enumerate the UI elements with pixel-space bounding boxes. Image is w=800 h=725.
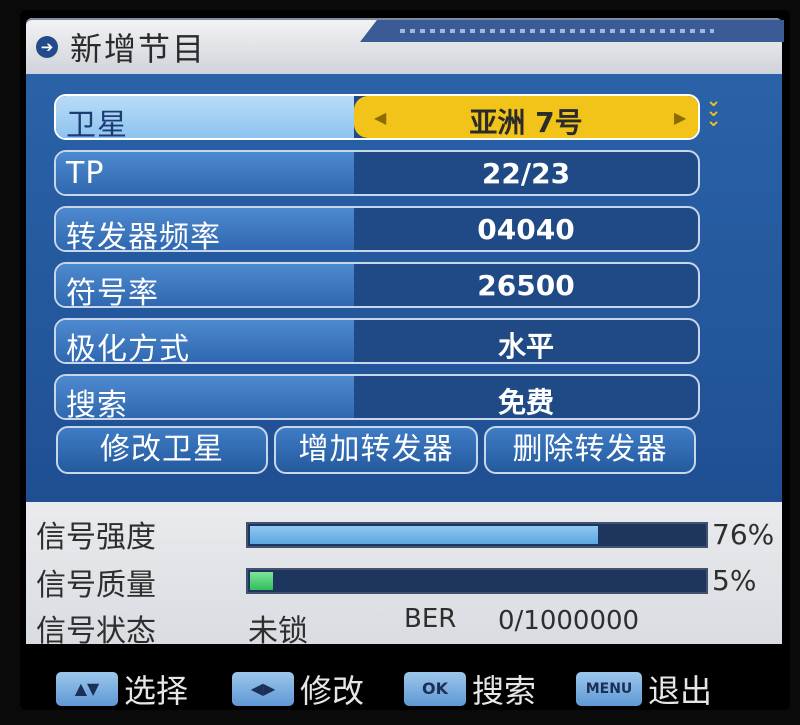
page-title: 新增节目	[70, 30, 207, 68]
row-value: 26500	[477, 269, 575, 302]
row-value: 22/23	[481, 157, 571, 190]
up-down-key-icon: ▲▼	[56, 672, 118, 706]
row-search[interactable]: 搜索 免费	[54, 374, 700, 420]
title-decoration	[360, 20, 784, 42]
signal-quality-fill	[250, 572, 273, 590]
ok-key-icon: OK	[404, 672, 466, 706]
menu-key-icon: MENU	[576, 672, 642, 706]
signal-status-label: 信号状态	[36, 614, 156, 649]
row-value: 水平	[497, 330, 554, 363]
ber-label: BER	[404, 604, 457, 634]
row-label: 卫星	[66, 108, 128, 140]
row-satellite[interactable]: 卫星 ◀ 亚洲 7号 ▶	[54, 94, 700, 140]
signal-strength-percent: 76%	[712, 518, 775, 551]
ber-value: 0/1000000	[498, 606, 640, 636]
row-label: 符号率	[66, 276, 159, 308]
arrow-circle-icon: ➔	[36, 36, 58, 58]
signal-quality-label: 信号质量	[36, 568, 156, 603]
chevron-down-icon: ⌄ ⌄ ⌄	[706, 90, 722, 131]
row-symbol-rate[interactable]: 符号率 26500	[54, 262, 700, 308]
signal-strength-label: 信号强度	[36, 520, 156, 555]
row-value: 04040	[477, 213, 575, 246]
signal-status-value: 未锁	[248, 614, 308, 649]
row-value: 亚洲 7号	[469, 106, 583, 139]
select-hint: 选择	[124, 672, 189, 710]
left-right-key-icon: ◀▶	[232, 672, 294, 706]
right-arrow-icon[interactable]: ▶	[674, 108, 686, 127]
exit-hint: 退出	[648, 672, 713, 710]
modify-satellite-button[interactable]: 修改卫星	[56, 426, 268, 474]
row-label: TP	[66, 156, 105, 191]
signal-strength-bar	[246, 522, 708, 548]
modify-hint: 修改	[300, 672, 365, 710]
signal-strength-fill	[250, 526, 599, 544]
signal-quality-bar	[246, 568, 708, 594]
add-transponder-button[interactable]: 增加转发器	[274, 426, 478, 474]
row-transponder-frequency[interactable]: 转发器频率 04040	[54, 206, 700, 252]
signal-quality-percent: 5%	[712, 564, 757, 597]
row-tp[interactable]: TP 22/23	[54, 150, 700, 196]
delete-transponder-button[interactable]: 删除转发器	[484, 426, 696, 474]
row-polarization[interactable]: 极化方式 水平	[54, 318, 700, 364]
row-label: 搜索	[66, 388, 128, 420]
row-label: 转发器频率	[66, 220, 221, 252]
search-hint: 搜索	[472, 672, 537, 710]
row-value: 免费	[497, 386, 554, 419]
row-label: 极化方式	[66, 332, 190, 364]
